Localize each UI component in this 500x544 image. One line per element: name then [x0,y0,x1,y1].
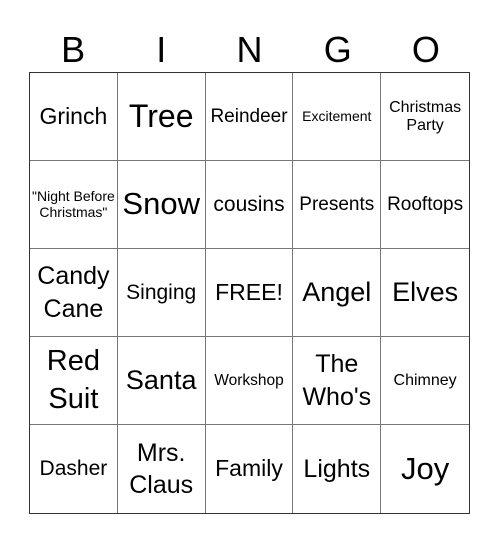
bingo-cell: Santa [117,337,206,425]
header-letter-o: O [411,29,440,70]
free-space: FREE! [205,249,294,337]
header-letter-i: I [156,29,167,70]
bingo-cell: Workshop [205,337,294,425]
header-letter-b: B [61,29,86,70]
bingo-cell: Lights [293,425,382,513]
bingo-cell: Candy Cane [30,249,118,337]
bingo-cell: "Night Before Christmas" [30,161,118,249]
bingo-grid: Grinch Tree Reindeer Excitement Christma… [29,72,470,514]
bingo-cell: Red Suit [30,337,118,425]
bingo-cell: Singing [117,249,206,337]
bingo-cell: Dasher [30,425,118,513]
header-letter-n: N [236,29,263,70]
bingo-cell: cousins [205,161,294,249]
bingo-cell: Grinch [30,73,118,161]
bingo-cell: Mrs. Claus [118,425,206,513]
bingo-cell: Excitement [293,73,382,161]
bingo-cell: Elves [381,249,469,337]
bingo-cell: Joy [400,450,450,486]
bingo-cell: Presents [293,161,382,249]
bingo-cell: Angel [293,249,382,337]
bingo-header: B I N G O [29,28,470,72]
bingo-cell: Snow [117,161,206,249]
bingo-cell: Tree [117,73,206,161]
bingo-cell: Family [206,425,294,513]
bingo-cell: The Who's [293,337,382,425]
bingo-cell: Christmas Party [381,73,469,161]
header-letter-g: G [323,29,352,70]
bingo-cell: Reindeer [205,73,294,161]
bingo-cell: Rooftops [381,161,469,249]
bingo-cell: Chimney [381,337,469,425]
